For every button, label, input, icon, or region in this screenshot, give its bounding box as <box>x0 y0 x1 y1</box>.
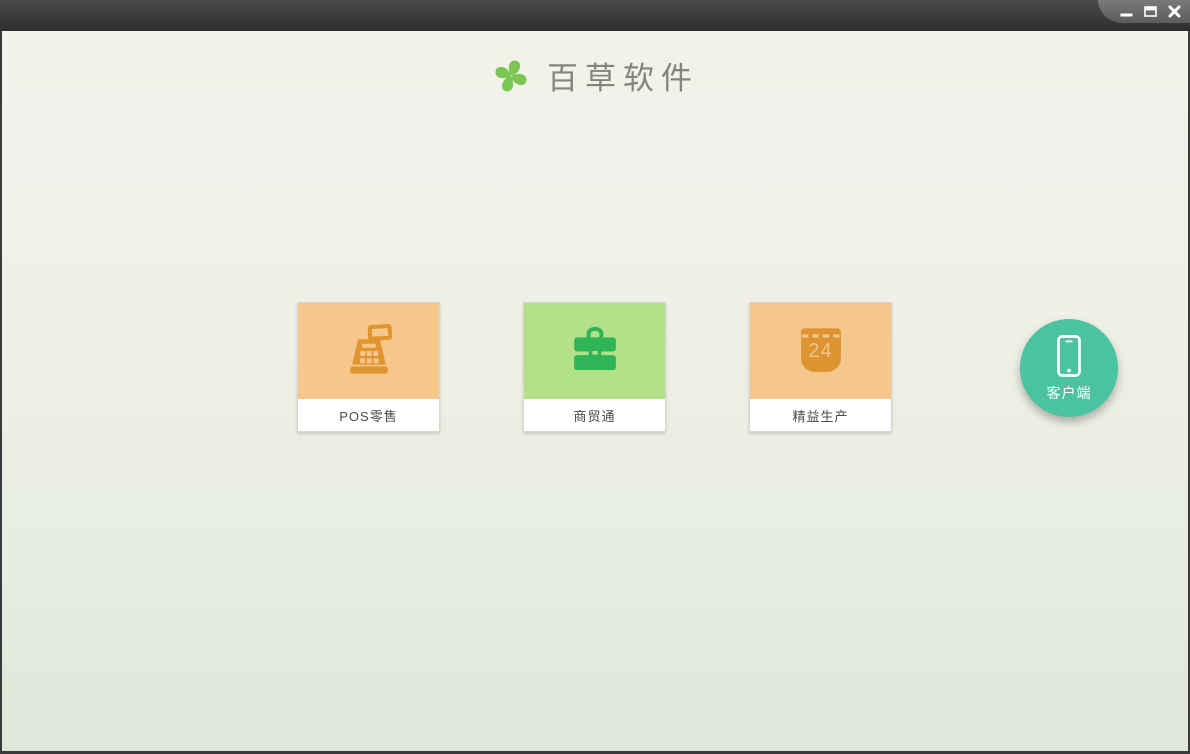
maximize-button[interactable] <box>1143 5 1157 19</box>
main-content: 百草软件 POS零售 商贸通 24 精益生产 客户端 <box>2 31 1188 751</box>
product-card-pos-label: POS零售 <box>339 408 398 424</box>
calendar-day-number: 24 <box>808 340 833 362</box>
brand-header: 百草软件 <box>2 53 1188 98</box>
product-card-lean-art: 24 <box>750 303 891 399</box>
product-card-trade[interactable]: 商贸通 <box>523 302 666 432</box>
smartphone-icon <box>1057 335 1081 377</box>
minimize-icon <box>1120 13 1132 17</box>
product-card-pos[interactable]: POS零售 <box>297 302 440 432</box>
client-app-label: 客户端 <box>1046 385 1092 401</box>
pinwheel-logo-icon <box>495 59 527 92</box>
product-card-trade-label: 商贸通 <box>573 408 616 424</box>
client-app-button[interactable]: 客户端 <box>1020 319 1118 417</box>
window-controls <box>1098 0 1190 23</box>
app-title: 百草软件 <box>547 61 699 97</box>
titlebar <box>0 0 1190 31</box>
product-card-lean-label: 精益生产 <box>792 408 849 424</box>
product-card-trade-art <box>524 303 665 399</box>
product-card-lean[interactable]: 24 精益生产 <box>749 302 892 432</box>
close-button[interactable] <box>1167 5 1181 19</box>
cash-register-icon <box>349 324 392 374</box>
minimize-button[interactable] <box>1119 5 1133 19</box>
briefcase-icon <box>573 326 616 371</box>
product-card-pos-art <box>298 303 439 399</box>
close-icon <box>1168 5 1180 18</box>
maximize-icon <box>1143 6 1157 17</box>
